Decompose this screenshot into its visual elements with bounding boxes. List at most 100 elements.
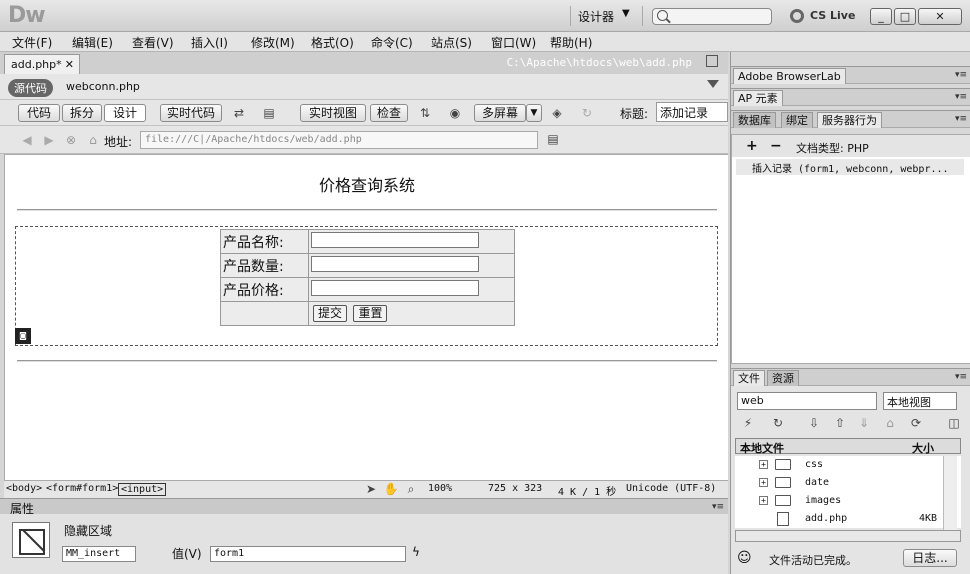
put-files-icon[interactable]: ⇧ (831, 416, 849, 430)
menu-format[interactable]: 格式(O) (311, 34, 354, 51)
live-view-button[interactable]: 实时视图 (300, 104, 366, 122)
visual-aids-icon[interactable]: ◈ (548, 106, 566, 120)
close-icon[interactable]: ✕ (65, 58, 74, 71)
expand-icon[interactable]: + (759, 460, 768, 469)
panel-menu-icon[interactable]: ▾≡ (712, 502, 724, 512)
minimize-button[interactable]: _ (870, 8, 892, 25)
expand-icon[interactable]: ◫ (945, 416, 963, 430)
menu-window[interactable]: 窗口(W) (491, 34, 536, 51)
tab-assets[interactable]: 资源 (767, 370, 799, 386)
filter-icon[interactable] (707, 80, 719, 88)
code-view-button[interactable]: 代码 (18, 104, 60, 122)
inspect-button[interactable]: 检查 (370, 104, 408, 122)
tab-server-behaviors[interactable]: 服务器行为 (817, 112, 882, 128)
get-files-icon[interactable]: ⇩ (805, 416, 823, 430)
panel-menu-icon[interactable]: ▾≡ (955, 70, 967, 80)
tag-form[interactable]: <form#form1> (46, 483, 118, 494)
address-input[interactable]: file:///C|/Apache/htdocs/web/add.php (140, 131, 538, 149)
connect-icon[interactable]: ⚡ (739, 416, 757, 430)
title-input[interactable]: 添加记录 (656, 102, 728, 122)
tab-ap-elements[interactable]: AP 元素 (733, 90, 783, 106)
menu-modify[interactable]: 修改(M) (251, 34, 295, 51)
tab-databases[interactable]: 数据库 (733, 112, 776, 128)
preview-browser-icon[interactable]: ◉ (446, 106, 464, 120)
related-file-webconn[interactable]: webconn.php (66, 80, 140, 93)
site-select[interactable]: web (737, 392, 877, 410)
chevron-down-icon[interactable]: ▼ (526, 104, 542, 122)
stop-icon[interactable]: ⊗ (62, 133, 80, 147)
list-item[interactable]: add.php 4KB (735, 510, 961, 528)
multiscreen-button[interactable]: 多屏幕 (474, 104, 526, 122)
live-view-options-icon[interactable]: ⇄ (230, 106, 248, 120)
design-view-button[interactable]: 设计 (104, 104, 146, 122)
product-name-input[interactable] (311, 231, 479, 248)
menu-file[interactable]: 文件(F) (12, 34, 52, 51)
menu-site[interactable]: 站点(S) (431, 34, 472, 51)
value-input[interactable]: form1 (210, 546, 406, 562)
refresh-icon[interactable]: ↻ (769, 416, 787, 430)
hidden-name-input[interactable]: MM_insert (62, 546, 136, 562)
file-management-icon[interactable]: ▤ (260, 106, 278, 120)
reset-button[interactable]: 重置 (353, 305, 388, 322)
close-button[interactable]: ✕ (918, 8, 962, 25)
remove-behavior-button[interactable]: − (770, 138, 782, 154)
chevron-down-icon[interactable]: ▼ (622, 8, 630, 19)
tab-browserlab[interactable]: Adobe BrowserLab (733, 68, 846, 84)
lightning-icon[interactable]: ϟ (412, 545, 420, 559)
tag-input[interactable]: <input> (118, 483, 167, 496)
panel-menu-icon[interactable]: ▾≡ (955, 372, 967, 382)
cs-live-icon[interactable] (790, 9, 804, 23)
expand-icon[interactable]: + (759, 496, 768, 505)
form-outline[interactable]: 产品名称: 产品数量: 产品价格: 提交 重置 (15, 226, 718, 346)
log-button[interactable]: 日志... (903, 549, 957, 567)
document-tab[interactable]: add.php* ✕ (4, 54, 80, 74)
vertical-scrollbar[interactable] (943, 456, 957, 530)
forward-icon[interactable]: ▶ (40, 133, 58, 147)
back-icon[interactable]: ◀ (18, 133, 36, 147)
menu-edit[interactable]: 编辑(E) (72, 34, 113, 51)
design-view[interactable]: 价格查询系统 产品名称: 产品数量: 产品价格: 提交 重置 ◙ (4, 154, 728, 480)
column-size[interactable]: 大小 (912, 440, 934, 456)
tag-body[interactable]: <body> (6, 483, 42, 494)
product-price-input[interactable] (311, 279, 479, 296)
hidden-field-icon[interactable]: ◙ (15, 328, 31, 344)
expand-icon[interactable]: + (759, 478, 768, 487)
checkin-icon[interactable]: ⌂ (881, 416, 899, 430)
search-input[interactable] (652, 8, 772, 25)
window-size[interactable]: 725 x 323 (488, 483, 542, 494)
menu-help[interactable]: 帮助(H) (550, 34, 592, 51)
list-item[interactable]: + images (735, 492, 961, 510)
list-item[interactable]: + css (735, 456, 961, 474)
file-transfer-icon[interactable]: ⇅ (416, 106, 434, 120)
insert-record-behavior[interactable]: 插入记录 (form1, webconn, webpr... (736, 159, 964, 175)
split-view-button[interactable]: 拆分 (62, 104, 102, 122)
restore-icon[interactable] (706, 55, 718, 67)
home-icon[interactable]: ⌂ (84, 133, 102, 147)
zoom-select[interactable]: 100% (428, 483, 452, 494)
zoom-tool-icon[interactable]: ⌕ (402, 482, 420, 496)
add-behavior-button[interactable]: + (746, 138, 758, 154)
select-tool-icon[interactable]: ➤ (362, 482, 380, 496)
refresh-icon[interactable]: ↻ (578, 106, 596, 120)
menu-view[interactable]: 查看(V) (132, 34, 174, 51)
hand-tool-icon[interactable]: ✋ (382, 482, 400, 496)
cs-live-button[interactable]: CS Live (810, 9, 855, 22)
workspace-switcher[interactable]: 设计器 (578, 8, 614, 25)
panel-menu-icon[interactable]: ▾≡ (955, 114, 967, 124)
tab-bindings[interactable]: 绑定 (781, 112, 813, 128)
tab-files[interactable]: 文件 (733, 370, 765, 386)
column-local-files[interactable]: 本地文件 (740, 440, 784, 456)
menu-commands[interactable]: 命令(C) (371, 34, 413, 51)
view-select[interactable]: 本地视图 (883, 392, 957, 410)
product-quantity-input[interactable] (311, 255, 479, 272)
panel-menu-icon[interactable]: ▾≡ (955, 92, 967, 102)
list-item[interactable]: + date (735, 474, 961, 492)
horizontal-scrollbar[interactable] (735, 530, 961, 542)
source-code-button[interactable]: 源代码 (8, 79, 53, 97)
live-code-button[interactable]: 实时代码 (160, 104, 222, 122)
checkout-icon[interactable]: ⇓ (855, 416, 873, 430)
maximize-button[interactable]: □ (894, 8, 916, 25)
sync-icon[interactable]: ⟳ (907, 416, 925, 430)
browser-options-icon[interactable]: ▤ (544, 132, 562, 146)
menu-insert[interactable]: 插入(I) (191, 34, 228, 51)
